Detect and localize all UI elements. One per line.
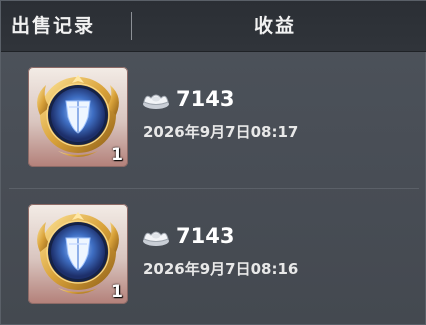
silver-ingot-icon [143,94,169,109]
item-slot[interactable]: 1 [28,204,128,304]
sales-record-panel: 出售记录 收益 1 7143 2026年9月7日08:17 1 7143 202… [0,0,426,325]
earnings-title: 收益 [254,15,297,37]
sales-record-title: 出售记录 [11,15,96,37]
header-divider [131,12,132,40]
item-count: 1 [111,282,123,302]
item-count: 1 [111,145,123,165]
row-divider [9,188,419,189]
earnings-amount: 7143 [176,224,235,248]
header-bar: 出售记录 收益 [1,1,426,52]
item-slot[interactable]: 1 [28,67,128,167]
record-row: 1 7143 2026年9月7日08:16 [1,198,426,316]
silver-ingot-icon [143,231,169,246]
earnings-amount: 7143 [176,87,235,111]
sale-time: 2026年9月7日08:16 [143,260,299,278]
record-row: 1 7143 2026年9月7日08:17 [1,61,426,179]
sale-time: 2026年9月7日08:17 [143,123,299,141]
